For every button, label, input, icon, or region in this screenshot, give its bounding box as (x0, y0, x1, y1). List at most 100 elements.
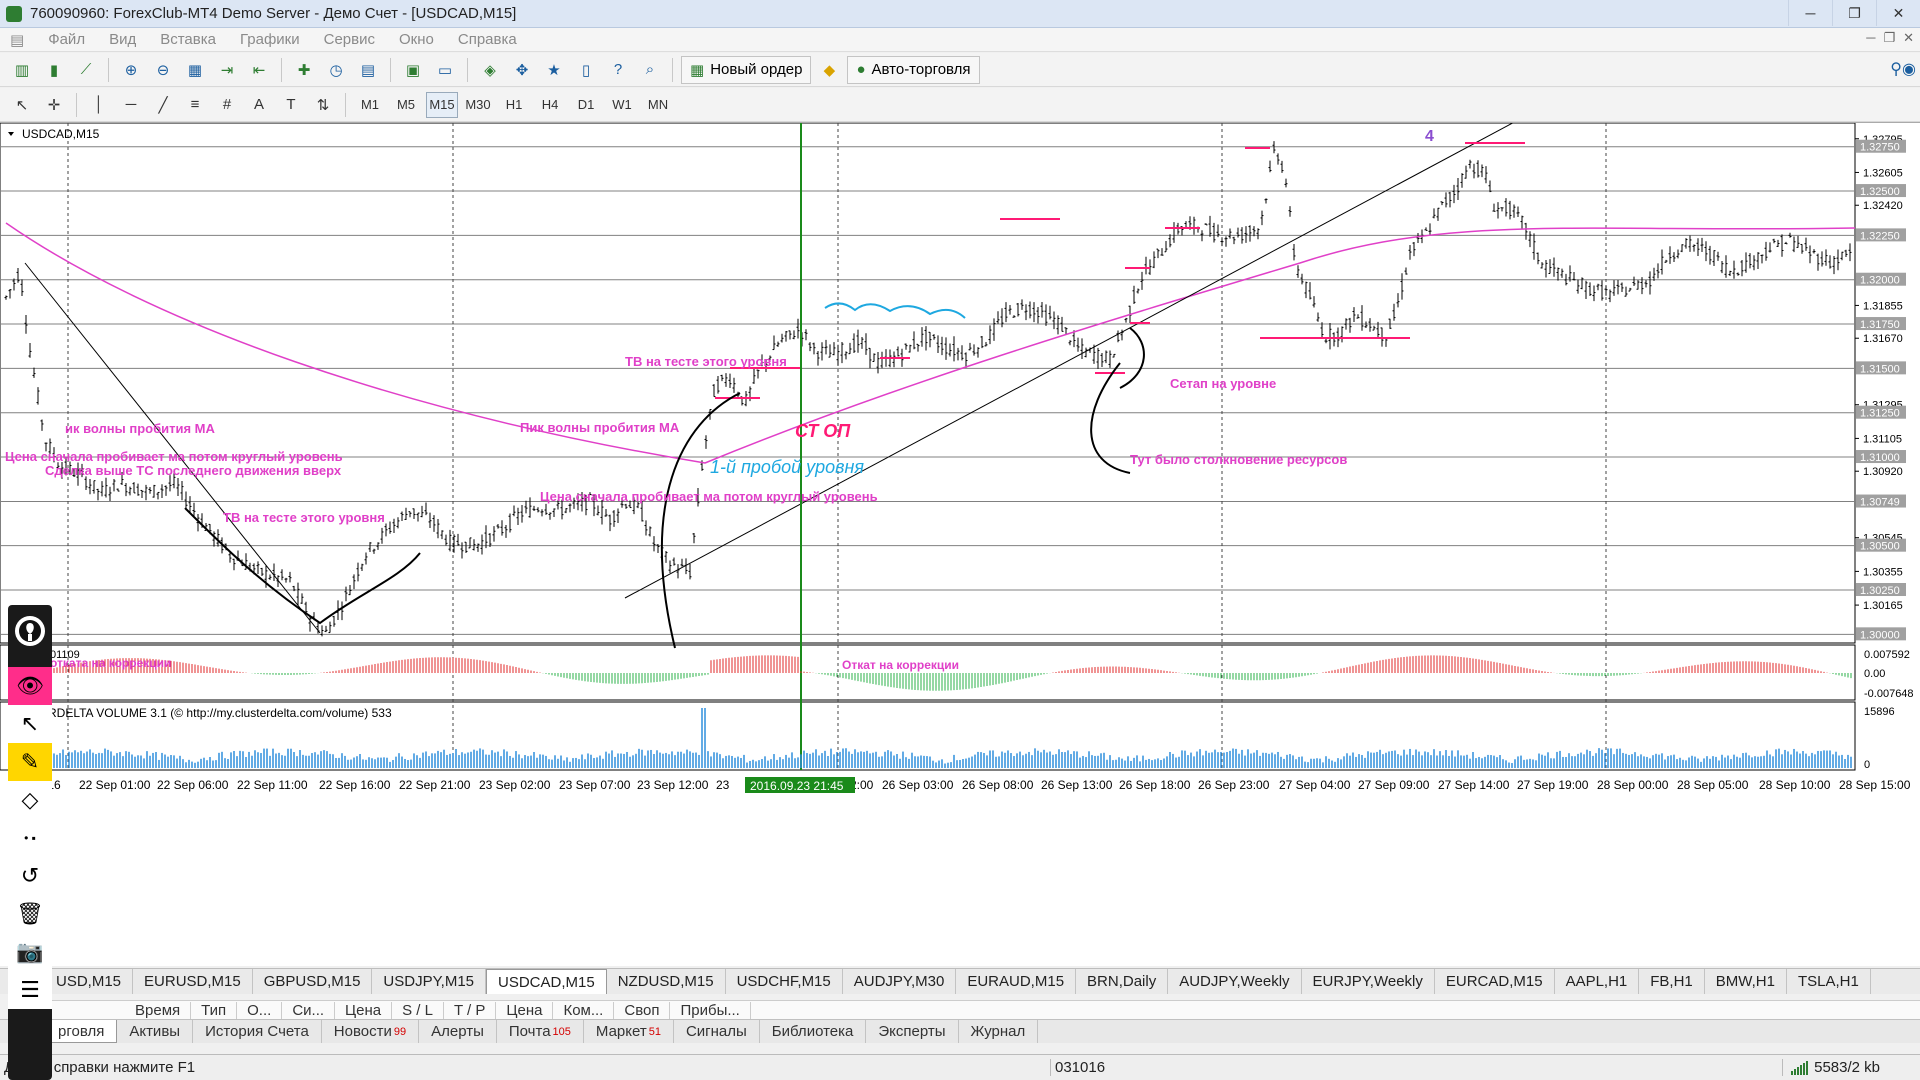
close-button[interactable]: ✕ (1876, 0, 1920, 26)
tf-m5[interactable]: M5 (390, 92, 422, 118)
brush-size-icon[interactable]: • ▪ (8, 819, 52, 857)
menu-charts[interactable]: Графики (228, 31, 312, 48)
terminal-column-header[interactable]: Своп (614, 1002, 671, 1019)
tf-m30[interactable]: M30 (462, 92, 494, 118)
chart-tab[interactable]: AAPL,H1 (1555, 969, 1640, 994)
channel-icon[interactable]: ≡ (181, 92, 209, 118)
favorites-icon[interactable]: ★ (540, 57, 568, 83)
autoscroll-icon[interactable]: ⇥ (213, 57, 241, 83)
menu-window[interactable]: Окно (387, 31, 446, 48)
terminal-tab[interactable]: Эксперты (866, 1020, 959, 1043)
pointer-icon[interactable]: ↖ (8, 705, 52, 743)
new-order-button[interactable]: ▦ Новый ордер (681, 55, 812, 84)
periodicity-icon[interactable]: ◷ (322, 57, 350, 83)
meta-editor-icon[interactable]: ◆ (815, 57, 843, 83)
chart-tab[interactable]: FB,H1 (1639, 969, 1705, 994)
panel-logo-icon[interactable] (8, 605, 52, 657)
terminal-column-header[interactable]: Прибы... (670, 1002, 751, 1019)
chart-shift-icon[interactable]: ⇤ (245, 57, 273, 83)
menu-file[interactable]: Файл (36, 31, 97, 48)
zoom-out-icon[interactable]: ⊖ (149, 57, 177, 83)
terminal-icon[interactable]: ▯ (572, 57, 600, 83)
help-icon[interactable]: ? (604, 57, 632, 83)
line-chart-icon[interactable]: ⟋ (72, 57, 100, 83)
terminal-tab[interactable]: рговля (45, 1020, 118, 1043)
chart-tab[interactable]: NZDUSD,M15 (607, 969, 726, 994)
tester-icon[interactable]: ⌕ (636, 57, 664, 83)
autotrading-button[interactable]: ● Авто-торговля (847, 55, 980, 84)
cursor-icon[interactable]: ↖ (8, 92, 36, 118)
tf-h1[interactable]: H1 (498, 92, 530, 118)
crosshair-icon[interactable]: ✛ (40, 92, 68, 118)
minimize-button[interactable]: ─ (1788, 0, 1832, 26)
tf-m15[interactable]: M15 (426, 91, 458, 118)
marker-icon[interactable]: ✎ (8, 743, 52, 781)
chart-tab[interactable]: AUDJPY,Weekly (1168, 969, 1302, 994)
templates-icon[interactable]: ▤ (354, 57, 382, 83)
terminal-column-header[interactable]: Цена (496, 1002, 554, 1019)
terminal-tab[interactable]: Активы (117, 1020, 194, 1043)
color-palette[interactable] (8, 1009, 52, 1065)
eye-icon[interactable]: 👁 (8, 667, 52, 705)
terminal-column-header[interactable]: S / L (392, 1002, 444, 1019)
profiles-icon[interactable]: ▭ (431, 57, 459, 83)
trash-icon[interactable]: 🗑 (8, 895, 52, 933)
chart-tab[interactable]: GBPUSD,M15 (253, 969, 373, 994)
chart-tab[interactable]: BRN,Daily (1076, 969, 1169, 994)
tile-windows-icon[interactable]: ▦ (181, 57, 209, 83)
terminal-column-header[interactable]: Цена (335, 1002, 393, 1019)
vertical-line-icon[interactable]: │ (85, 92, 113, 118)
terminal-tab[interactable]: История Счета (193, 1020, 322, 1043)
notes-icon[interactable]: ☰ (8, 971, 52, 1009)
chart-tab[interactable]: USDJPY,M15 (372, 969, 487, 994)
trend-line-icon[interactable]: ╱ (149, 92, 177, 118)
mdi-minimize-icon[interactable]: ─ (1866, 30, 1875, 46)
community-icon[interactable]: ◉ (1902, 59, 1916, 79)
mdi-close-icon[interactable]: ✕ (1903, 30, 1914, 46)
camera-icon[interactable]: 📷 (8, 933, 52, 971)
search-icon[interactable]: ⚲ (1890, 59, 1902, 79)
terminal-tab[interactable]: Сигналы (674, 1020, 760, 1043)
price-chart[interactable]: 1.327951.327501.326051.325001.324201.322… (0, 123, 1920, 967)
tf-mn[interactable]: MN (642, 92, 674, 118)
terminal-column-header[interactable]: О... (237, 1002, 283, 1019)
zoom-in-icon[interactable]: ⊕ (117, 57, 145, 83)
tf-h4[interactable]: H4 (534, 92, 566, 118)
terminal-tab[interactable]: Почта 105 (497, 1020, 584, 1043)
candle-chart-icon[interactable]: ▮ (40, 57, 68, 83)
terminal-column-header[interactable]: Си... (282, 1002, 336, 1019)
chart-tab[interactable]: AUDJPY,M30 (843, 969, 957, 994)
menu-tools[interactable]: Сервис (312, 31, 387, 48)
chart-tab[interactable]: USDCAD,M15 (486, 969, 607, 994)
chart-tab[interactable]: EURJPY,Weekly (1302, 969, 1435, 994)
undo-icon[interactable]: ↺ (8, 857, 52, 895)
fibonacci-icon[interactable]: # (213, 92, 241, 118)
restore-button[interactable]: ❐ (1832, 0, 1876, 26)
terminal-column-header[interactable]: Тип (191, 1002, 238, 1019)
indicators-icon[interactable]: ✚ (290, 57, 318, 83)
arrows-icon[interactable]: ⇅ (309, 92, 337, 118)
tf-d1[interactable]: D1 (570, 92, 602, 118)
chart-tab[interactable]: EURUSD,M15 (133, 969, 253, 994)
terminal-tab[interactable]: Журнал (959, 1020, 1039, 1043)
menu-insert[interactable]: Вставка (148, 31, 228, 48)
eraser-icon[interactable]: ◇ (8, 781, 52, 819)
chart-tab[interactable]: USDCHF,M15 (726, 969, 843, 994)
chart-tab[interactable]: EURCAD,M15 (1435, 969, 1555, 994)
tf-m1[interactable]: M1 (354, 92, 386, 118)
terminal-tab[interactable]: Библиотека (760, 1020, 867, 1043)
new-chart-icon[interactable]: ▣ (399, 57, 427, 83)
chart-tab[interactable]: EURAUD,M15 (956, 969, 1077, 994)
text-label-icon[interactable]: T (277, 92, 305, 118)
terminal-column-header[interactable]: Время (125, 1002, 192, 1019)
menu-help[interactable]: Справка (446, 31, 529, 48)
bar-chart-icon[interactable]: ▥ (8, 57, 36, 83)
chart-window[interactable]: 1.327951.327501.326051.325001.324201.322… (0, 122, 1920, 966)
crosshair-nav-icon[interactable]: ✥ (508, 57, 536, 83)
terminal-column-header[interactable]: T / P (444, 1002, 497, 1019)
chart-tab[interactable]: BMW,H1 (1705, 969, 1787, 994)
terminal-tab[interactable]: Маркет 51 (584, 1020, 674, 1043)
text-icon[interactable]: A (245, 92, 273, 118)
chart-tab[interactable]: TSLA,H1 (1787, 969, 1871, 994)
terminal-tab[interactable]: Новости 99 (322, 1020, 420, 1043)
